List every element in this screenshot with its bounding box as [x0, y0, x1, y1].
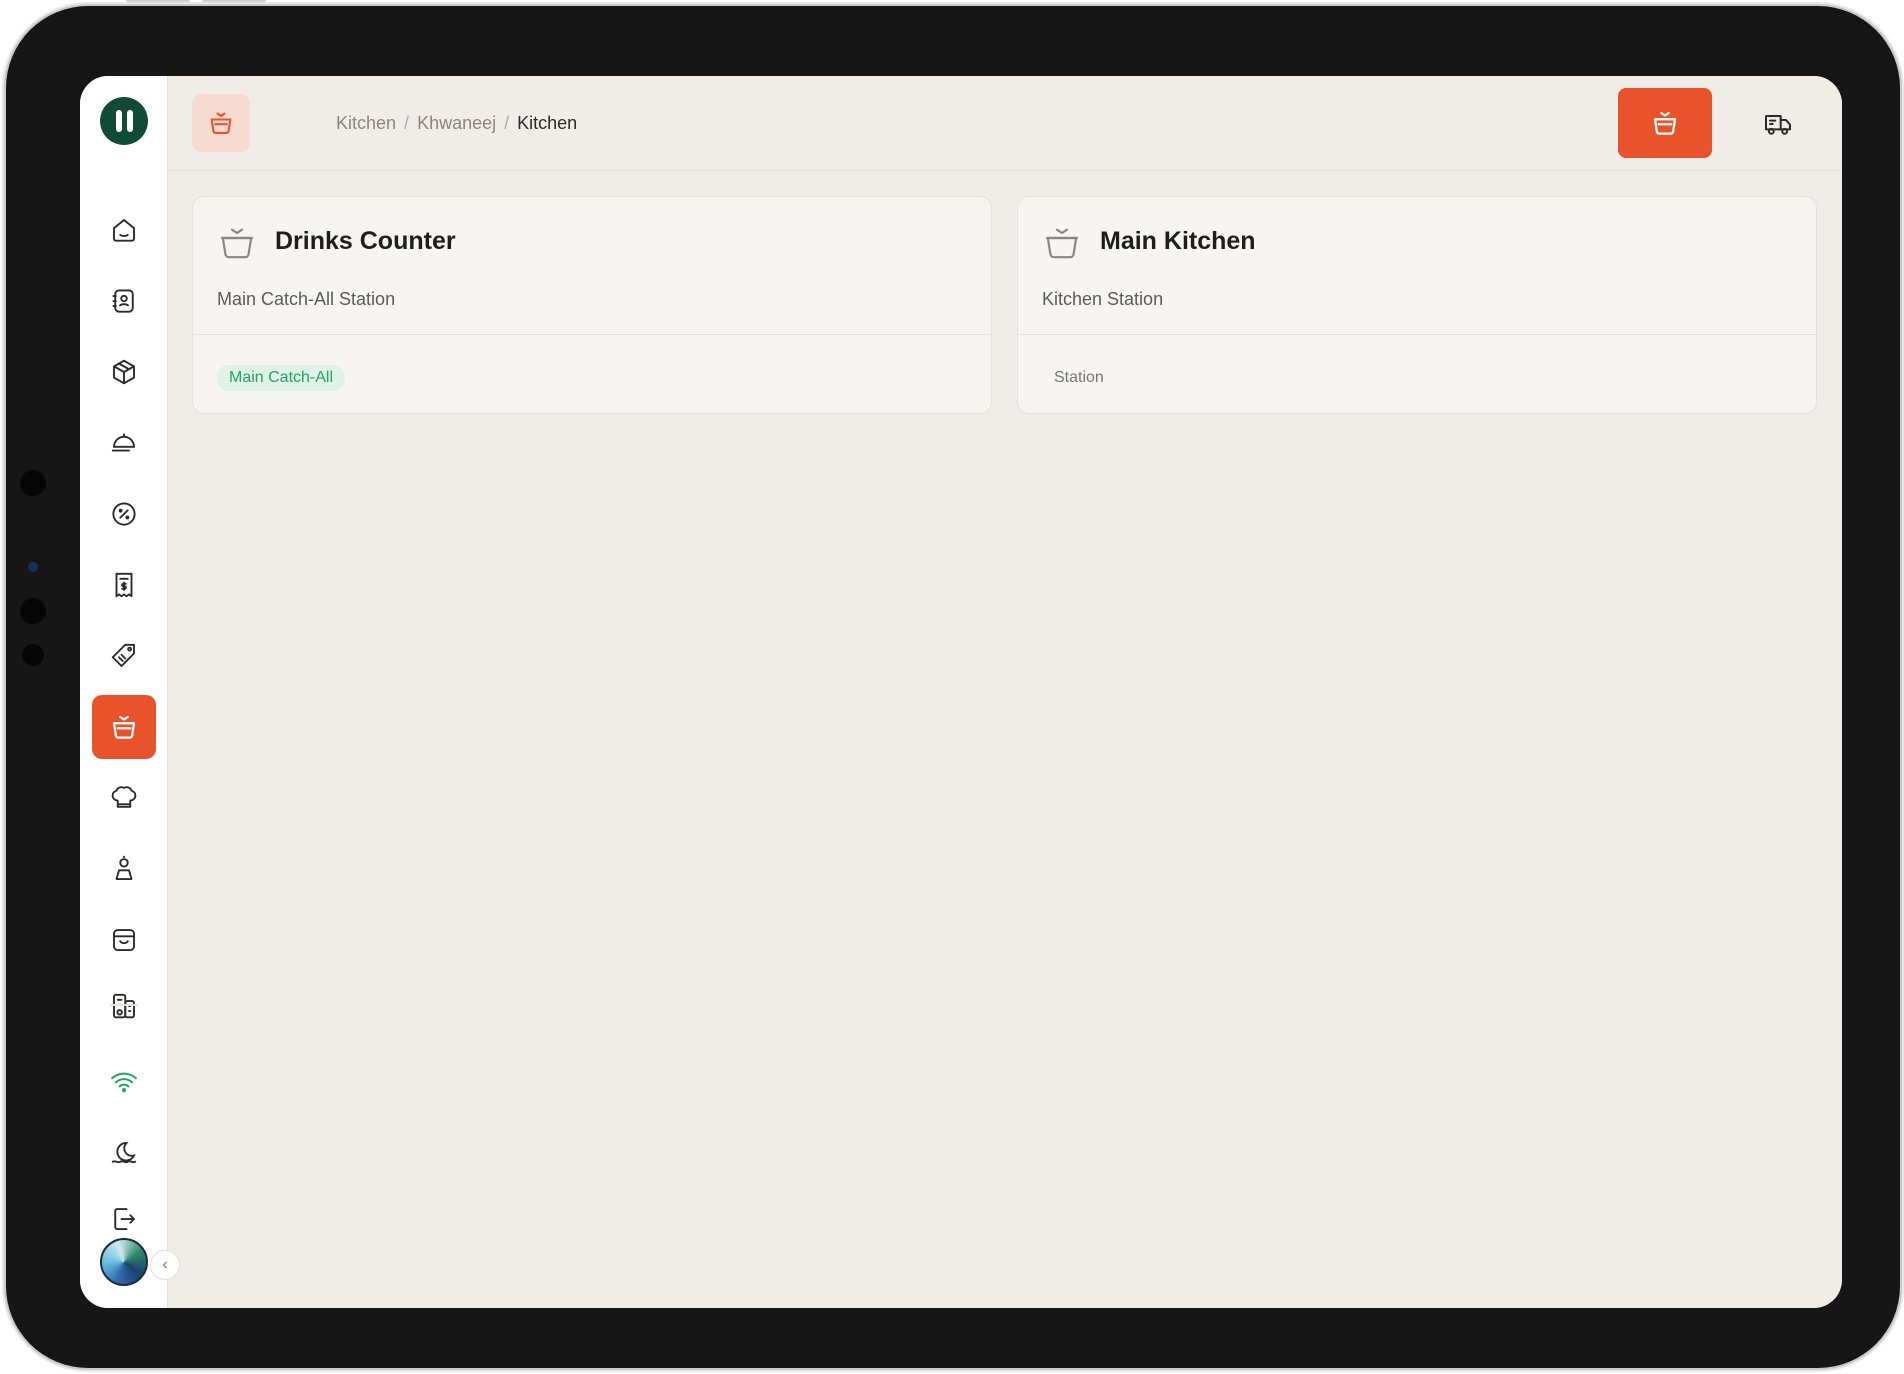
wifi-icon: [111, 1072, 137, 1093]
dish-icon: [111, 433, 135, 452]
sensor-dot: [20, 598, 46, 624]
breadcrumb-item-branch[interactable]: Khwaneej: [417, 113, 496, 134]
sensor-dot: [22, 644, 44, 666]
delivery-button[interactable]: [1754, 100, 1802, 148]
station-subtitle: Main Catch-All Station: [217, 289, 396, 309]
receipt-icon: [115, 572, 133, 598]
sidebar-item-branches[interactable]: [92, 979, 156, 1033]
top-header: Kitchen / Khwaneej / Kitchen: [168, 76, 1842, 171]
sidebar: [80, 76, 168, 1308]
store-icon: [113, 929, 135, 951]
discount-icon: [112, 502, 136, 526]
avatar[interactable]: [100, 1238, 148, 1286]
sidebar-item-invoices[interactable]: [92, 553, 156, 617]
station-type-badge: Station: [1054, 369, 1104, 386]
sidebar-item-store[interactable]: [92, 908, 156, 972]
breadcrumb-separator: /: [504, 113, 510, 133]
station-card[interactable]: Drinks Counter Main Catch-All Station Ma…: [192, 196, 992, 414]
sidebar-item-connection[interactable]: [92, 1050, 156, 1114]
app-screen: ‹ Kitchen / Khwaneej / Kitchen Drinks Co…: [80, 76, 1842, 1308]
station-type-badge: Main Catch-All: [217, 365, 346, 391]
station-title: Main Kitchen: [1100, 227, 1256, 255]
chevron-left-icon: ‹: [162, 1256, 168, 1273]
contacts-icon: [112, 289, 134, 313]
kitchen-pot-icon: [1042, 223, 1082, 268]
station-subtitle: Kitchen Station: [1042, 289, 1164, 309]
kitchen-display-button[interactable]: [1618, 88, 1712, 158]
kitchen-pot-icon: [192, 94, 250, 152]
sidebar-item-kitchen[interactable]: [92, 695, 156, 759]
sensor-dot: [20, 470, 46, 496]
collapse-sidebar-button[interactable]: ‹: [150, 1250, 180, 1280]
tablet-frame: ‹ Kitchen / Khwaneej / Kitchen Drinks Co…: [6, 0, 1900, 1368]
logout-icon: [114, 1208, 135, 1230]
breadcrumb-separator: /: [404, 113, 410, 133]
staff-icon: [115, 855, 133, 880]
sidebar-item-tags[interactable]: [92, 624, 156, 688]
tag-icon: [111, 643, 135, 667]
chef-hat-icon: [111, 786, 137, 808]
sidebar-item-menu[interactable]: [92, 411, 156, 475]
delivery-truck-icon: [1765, 115, 1791, 135]
buildings-icon: [113, 993, 135, 1019]
theme-icon: [111, 1142, 137, 1164]
box-icon: [113, 359, 135, 385]
station-card[interactable]: Main Kitchen Kitchen Station Station: [1017, 196, 1817, 414]
breadcrumb-item-kitchen[interactable]: Kitchen: [336, 113, 396, 134]
pause-logo-icon[interactable]: [100, 97, 148, 145]
kitchen-pot-icon: [112, 715, 136, 739]
volume-button: [202, 0, 266, 2]
breadcrumb-current: Kitchen: [517, 113, 578, 133]
sidebar-item-contacts[interactable]: [92, 269, 156, 333]
station-title: Drinks Counter: [275, 227, 456, 255]
sidebar-item-staff[interactable]: [92, 837, 156, 901]
sidebar-item-chefs[interactable]: [92, 766, 156, 830]
sidebar-item-products[interactable]: [92, 340, 156, 404]
sidebar-item-home[interactable]: [92, 198, 156, 262]
sidebar-item-theme[interactable]: [92, 1121, 156, 1185]
sidebar-item-discounts[interactable]: [92, 482, 156, 546]
home-icon: [113, 219, 135, 242]
camera-lens: [28, 562, 38, 572]
kitchen-pot-icon: [1653, 111, 1677, 135]
breadcrumb: Kitchen / Khwaneej / Kitchen: [336, 76, 577, 171]
sidebar-divider: [110, 1004, 138, 1006]
kitchen-pot-icon: [217, 223, 257, 268]
volume-button: [126, 0, 190, 2]
